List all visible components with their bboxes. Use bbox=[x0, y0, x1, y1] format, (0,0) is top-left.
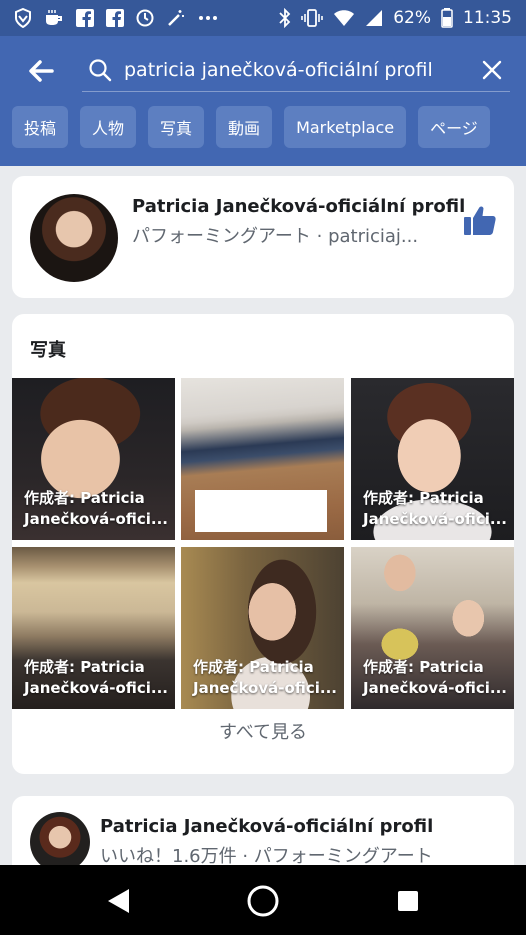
cup-icon bbox=[44, 9, 64, 27]
photo-tile[interactable]: 作成者: Patricia Janečková-ofici... bbox=[12, 378, 175, 540]
section-title: 写真 bbox=[30, 340, 66, 361]
wand-icon bbox=[166, 9, 186, 27]
thumbs-up-icon bbox=[464, 206, 496, 235]
photo-tile[interactable]: 作成者: Patricia Janečková-ofici... bbox=[351, 378, 514, 540]
facebook-icon bbox=[76, 9, 94, 27]
photo-tile[interactable]: 作成者: Patricia Janečková-ofici... bbox=[351, 547, 514, 709]
back-icon[interactable] bbox=[100, 883, 136, 919]
bluetooth-icon bbox=[279, 8, 291, 28]
search-header: patricia janečková-oficiální profil 投稿 人… bbox=[0, 36, 526, 166]
photo-caption: 作成者: Patricia Janečková-ofici... bbox=[24, 489, 169, 528]
back-arrow-icon[interactable] bbox=[26, 56, 56, 86]
photos-section: 写真 作成者: Patricia Janečková-ofici... 作成者:… bbox=[12, 314, 514, 774]
battery-level: 62% bbox=[393, 8, 431, 28]
redacted-block bbox=[195, 490, 327, 532]
see-all-link[interactable]: すべて見る bbox=[12, 718, 514, 744]
page-title: Patricia Janečková-oficiální profil bbox=[100, 816, 434, 837]
avatar bbox=[30, 194, 118, 282]
clock-icon bbox=[136, 9, 154, 27]
vibrate-icon bbox=[301, 8, 324, 28]
facebook-icon bbox=[106, 9, 124, 27]
recents-icon[interactable] bbox=[390, 883, 426, 919]
status-bar: 62% 11:35 bbox=[0, 0, 526, 36]
filter-chip-marketplace[interactable]: Marketplace bbox=[284, 106, 407, 148]
more-icon bbox=[198, 15, 218, 21]
photo-tile[interactable]: 作成者: Patricia Janečková-ofici... bbox=[181, 547, 344, 709]
filter-chip-photos[interactable]: 写真 bbox=[148, 106, 205, 148]
photo-tile[interactable]: 作成者: Patricia Janečková-ofici... bbox=[12, 547, 175, 709]
close-icon[interactable] bbox=[478, 56, 506, 84]
filter-chip-posts[interactable]: 投稿 bbox=[12, 106, 69, 148]
photo-caption: 作成者: Patricia Janečková-ofici... bbox=[363, 658, 508, 697]
avatar bbox=[30, 812, 90, 872]
page-result-card[interactable]: Patricia Janečková-oficiální profil パフォー… bbox=[12, 176, 514, 298]
photo-caption: 作成者: Patricia Janečková-ofici... bbox=[193, 658, 338, 697]
navigation-bar bbox=[0, 865, 526, 935]
photo-caption: 作成者: Patricia Janečková-ofici... bbox=[363, 489, 508, 528]
wifi-icon bbox=[333, 9, 355, 27]
search-icon bbox=[86, 56, 114, 84]
filter-chips: 投稿 人物 写真 動画 Marketplace ページ bbox=[12, 106, 490, 148]
battery-icon bbox=[441, 8, 453, 28]
photo-caption: 作成者: Patricia Janečková-ofici... bbox=[24, 658, 169, 697]
shield-icon bbox=[14, 8, 32, 28]
page-title: Patricia Janečková-oficiální profil bbox=[132, 196, 466, 217]
clock-time: 11:35 bbox=[463, 8, 512, 28]
signal-icon bbox=[365, 9, 383, 27]
home-icon[interactable] bbox=[245, 883, 281, 919]
filter-chip-videos[interactable]: 動画 bbox=[216, 106, 273, 148]
photo-tile[interactable] bbox=[181, 378, 344, 540]
search-query[interactable]: patricia janečková-oficiální profil bbox=[124, 59, 454, 81]
page-subtitle: パフォーミングアート · patriciaj... bbox=[132, 226, 419, 247]
search-input[interactable]: patricia janečková-oficiální profil bbox=[82, 48, 510, 92]
like-button[interactable] bbox=[460, 200, 500, 240]
filter-chip-pages[interactable]: ページ bbox=[418, 106, 490, 148]
filter-chip-people[interactable]: 人物 bbox=[80, 106, 137, 148]
